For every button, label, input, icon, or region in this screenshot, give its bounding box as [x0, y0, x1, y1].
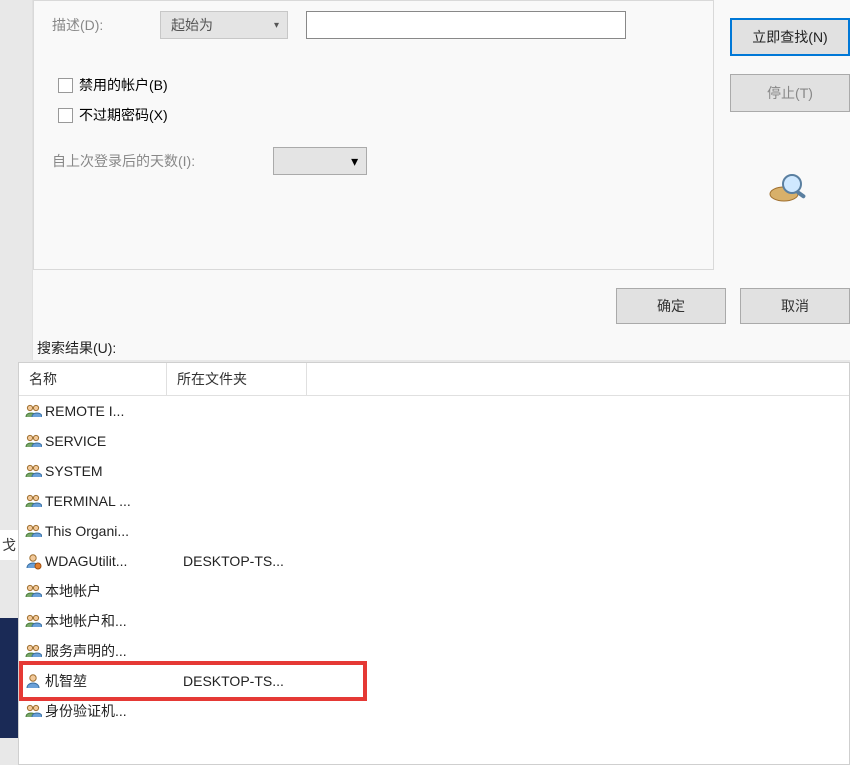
table-row[interactable]: 身份验证机...	[19, 696, 849, 726]
table-row[interactable]: WDAGUtilit...DESKTOP-TS...	[19, 546, 849, 576]
disabled-accounts-checkbox[interactable]	[58, 78, 73, 93]
left-dark-block	[0, 618, 18, 738]
chevron-down-icon: ▾	[274, 20, 279, 31]
right-button-column: 立即查找(N) 停止(T)	[730, 18, 850, 280]
user-badge-icon	[23, 552, 43, 570]
description-row: 描述(D): 起始为 ▾	[52, 11, 695, 39]
no-expire-pwd-label: 不过期密码(X)	[79, 105, 168, 125]
description-mode-dropdown[interactable]: 起始为 ▾	[160, 11, 288, 39]
find-now-button[interactable]: 立即查找(N)	[730, 18, 850, 56]
group-icon	[23, 492, 43, 510]
table-row[interactable]: This Organi...	[19, 516, 849, 546]
results-header: 名称 所在文件夹	[19, 363, 849, 396]
stop-button: 停止(T)	[730, 74, 850, 112]
no-expire-pwd-row[interactable]: 不过期密码(X)	[58, 105, 695, 125]
select-users-dialog: 描述(D): 起始为 ▾ 禁用的帐户(B) 不过期密码(X) 自上次登录后的天数…	[32, 0, 850, 360]
table-row[interactable]: TERMINAL ...	[19, 486, 849, 516]
group-icon	[23, 432, 43, 450]
table-row[interactable]: SERVICE	[19, 426, 849, 456]
cell-name: 本地帐户和...	[43, 611, 173, 631]
group-icon	[23, 402, 43, 420]
table-row[interactable]: 本地帐户和...	[19, 606, 849, 636]
cell-folder: DESKTOP-TS...	[173, 553, 323, 569]
days-since-login-label: 自上次登录后的天数(I):	[52, 151, 195, 171]
chevron-down-icon: ▾	[351, 153, 358, 170]
column-header-folder[interactable]: 所在文件夹	[167, 363, 307, 395]
table-row[interactable]: 本地帐户	[19, 576, 849, 606]
days-since-login-dropdown[interactable]: ▾	[273, 147, 367, 175]
cell-name: This Organi...	[43, 523, 173, 539]
group-icon	[23, 642, 43, 660]
cancel-button[interactable]: 取消	[740, 288, 850, 324]
cell-name: SYSTEM	[43, 463, 173, 479]
cell-name: 本地帐户	[43, 581, 173, 601]
results-panel: 名称 所在文件夹 REMOTE I... SERVICE SYSTEM TERMINA…	[18, 362, 850, 765]
description-label: 描述(D):	[52, 15, 160, 35]
table-row[interactable]: 机智堃DESKTOP-TS...	[19, 666, 849, 696]
group-icon	[23, 612, 43, 630]
cell-name: 机智堃	[43, 671, 173, 691]
magnifier-icon	[766, 170, 814, 209]
table-row[interactable]: SYSTEM	[19, 456, 849, 486]
table-row[interactable]: REMOTE I...	[19, 396, 849, 426]
group-icon	[23, 462, 43, 480]
cell-name: SERVICE	[43, 433, 173, 449]
cell-name: REMOTE I...	[43, 403, 173, 419]
disabled-accounts-row[interactable]: 禁用的帐户(B)	[58, 75, 695, 95]
description-input[interactable]	[306, 11, 626, 39]
description-mode-value: 起始为	[171, 15, 213, 35]
table-row[interactable]: 服务声明的...	[19, 636, 849, 666]
cell-name: WDAGUtilit...	[43, 553, 173, 569]
left-strip-text: 戈	[0, 530, 18, 560]
column-header-name[interactable]: 名称	[19, 363, 167, 395]
cell-name: 服务声明的...	[43, 641, 173, 661]
no-expire-pwd-checkbox[interactable]	[58, 108, 73, 123]
results-label: 搜索结果(U):	[37, 338, 850, 358]
disabled-accounts-label: 禁用的帐户(B)	[79, 75, 168, 95]
user-icon	[23, 672, 43, 690]
ok-button[interactable]: 确定	[616, 288, 726, 324]
search-criteria-panel: 描述(D): 起始为 ▾ 禁用的帐户(B) 不过期密码(X) 自上次登录后的天数…	[33, 0, 714, 270]
group-icon	[23, 522, 43, 540]
cell-name: 身份验证机...	[43, 701, 173, 721]
days-since-login-row: 自上次登录后的天数(I): ▾	[52, 147, 695, 175]
group-icon	[23, 702, 43, 720]
cell-name: TERMINAL ...	[43, 493, 173, 509]
dialog-action-row: 确定 取消	[33, 280, 850, 334]
cell-folder: DESKTOP-TS...	[173, 673, 323, 689]
group-icon	[23, 582, 43, 600]
results-body: REMOTE I... SERVICE SYSTEM TERMINAL ... This…	[19, 396, 849, 726]
